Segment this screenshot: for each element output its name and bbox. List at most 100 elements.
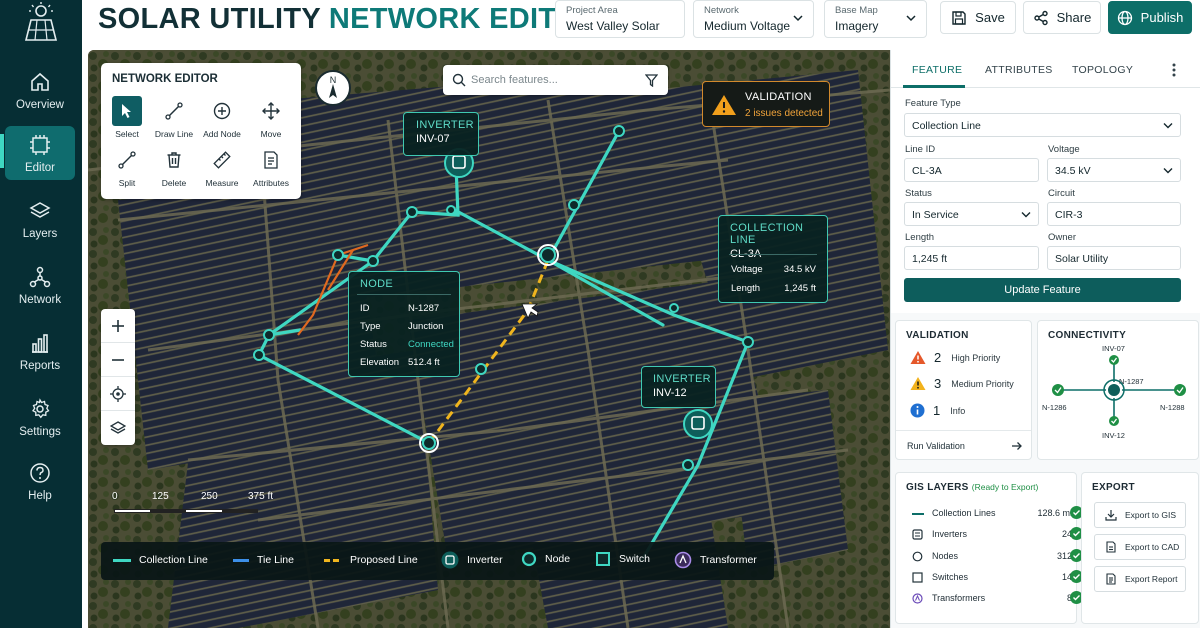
sidebar-item-settings[interactable]: Settings: [5, 390, 75, 444]
globe-icon: [1117, 10, 1132, 25]
validation-row-high[interactable]: 2 High Priority: [910, 350, 1000, 365]
legend-label: Collection Line: [139, 554, 208, 566]
length-label: Length: [905, 232, 935, 243]
sidebar-item-reports[interactable]: Reports: [5, 324, 75, 378]
feature-type-select[interactable]: Collection Line: [904, 113, 1181, 137]
node-type-label: Type: [360, 321, 381, 332]
length-value: 1,245 ft: [912, 253, 948, 265]
export-report-button[interactable]: Export Report: [1094, 566, 1186, 592]
base-map-label: Base Map: [835, 5, 878, 16]
save-button[interactable]: Save: [940, 1, 1016, 34]
inverter-callout-bottom[interactable]: INVERTER INV-12: [641, 366, 716, 408]
tool-measure[interactable]: Measure: [199, 145, 245, 191]
gis-layers-card: GIS LAYERS (Ready to Export) Collection …: [895, 472, 1083, 624]
node-callout[interactable]: NODE ID N-1287 Type Junction Status Conn…: [348, 271, 460, 377]
scale-label: 250: [201, 491, 218, 502]
inverter-callout-top[interactable]: INVERTER INV-07: [403, 112, 479, 156]
tool-split[interactable]: Split: [104, 145, 150, 191]
tab-attributes[interactable]: ATTRIBUTES: [985, 64, 1053, 76]
panel-tabs: FEATURE ATTRIBUTES TOPOLOGY: [891, 50, 1200, 88]
owner-field[interactable]: Solar Utility: [1047, 246, 1181, 270]
tool-select[interactable]: Select: [104, 96, 150, 142]
filter-icon: [645, 74, 658, 87]
run-validation-button[interactable]: Run Validation: [907, 441, 965, 451]
search-input[interactable]: Search features...: [443, 65, 668, 95]
line-id-label: Line ID: [905, 144, 936, 155]
circuit-field[interactable]: CIR-3: [1047, 202, 1181, 226]
validation-row-medium[interactable]: 3 Medium Priority: [910, 376, 1014, 391]
line-id-field[interactable]: CL-3A: [904, 158, 1039, 182]
export-gis-button[interactable]: Export to GIS: [1094, 502, 1186, 528]
publish-label: Publish: [1140, 10, 1184, 25]
length-field[interactable]: 1,245 ft: [904, 246, 1039, 270]
collection-callout-title: COLLECTION LINE: [730, 222, 804, 246]
status-select[interactable]: In Service: [904, 202, 1039, 226]
tool-label: Draw Line: [154, 129, 194, 139]
validation-count: 1: [933, 403, 941, 418]
map-legend: Collection Line Tie Line Proposed Line I…: [101, 542, 774, 580]
validation-row-info[interactable]: 1 Info: [910, 403, 965, 418]
node-status-value: Connected: [408, 339, 454, 350]
tool-add-node[interactable]: Add Node: [199, 96, 245, 142]
layers-button[interactable]: [101, 411, 135, 445]
zoom-in-button[interactable]: [101, 309, 135, 343]
locate-icon: [110, 385, 126, 402]
move-icon: [262, 102, 280, 120]
line-id-value: CL-3A: [912, 165, 942, 177]
node-type-value: Junction: [408, 321, 444, 332]
validation-count: 3: [934, 376, 942, 391]
project-area-select[interactable]: Project Area West Valley Solar: [555, 0, 685, 38]
validation-title: VALIDATION: [906, 330, 969, 341]
editor-icon: [30, 135, 50, 155]
inverter-icon: [912, 529, 923, 540]
north-arrow-icon: N: [329, 75, 337, 98]
scale-label: 0: [112, 491, 118, 502]
tool-delete[interactable]: Delete: [151, 145, 197, 191]
search-placeholder: Search features...: [471, 74, 558, 86]
title-plain: SOLAR UTILITY: [98, 3, 321, 35]
tool-attributes[interactable]: Attributes: [248, 145, 294, 191]
tool-label: Move: [260, 129, 282, 139]
network-select[interactable]: Network Medium Voltage: [693, 0, 814, 38]
collection-voltage-label: Voltage: [731, 264, 763, 275]
share-button[interactable]: Share: [1023, 1, 1101, 34]
update-feature-button[interactable]: Update Feature: [904, 278, 1181, 302]
zoom-out-button[interactable]: [101, 343, 135, 377]
more-options-icon[interactable]: [1171, 62, 1177, 78]
sidebar-item-layers[interactable]: Layers: [5, 192, 75, 246]
tab-feature[interactable]: FEATURE: [912, 64, 962, 76]
base-map-select[interactable]: Base Map Imagery: [824, 0, 927, 38]
sidebar-item-label: Help: [28, 490, 52, 502]
collection-line-callout[interactable]: COLLECTION LINE CL-3A Voltage 34.5 kV Le…: [718, 215, 828, 303]
north-arrow[interactable]: N: [315, 70, 351, 106]
reports-icon: [32, 334, 48, 353]
tab-topology[interactable]: TOPOLOGY: [1072, 64, 1133, 76]
tool-draw-line[interactable]: Draw Line: [151, 96, 197, 142]
locate-button[interactable]: [101, 377, 135, 411]
gis-layers-title: GIS LAYERS (Ready to Export): [906, 482, 1039, 493]
base-map-value: Imagery: [835, 19, 879, 33]
map-canvas[interactable]: NETWORK EDITOR Select Draw Line Add Node…: [88, 50, 890, 628]
sidebar-item-overview[interactable]: Overview: [5, 63, 75, 117]
node-elevation-value: 512.4 ft: [408, 357, 440, 368]
sidebar-item-editor[interactable]: Editor: [5, 126, 75, 180]
tool-label: Attributes: [253, 178, 289, 188]
tool-label: Add Node: [203, 129, 241, 139]
publish-button[interactable]: Publish: [1108, 1, 1192, 34]
voltage-select[interactable]: 34.5 kV: [1047, 158, 1181, 182]
trash-icon: [167, 152, 181, 168]
project-area-value: West Valley Solar: [566, 19, 660, 33]
validation-alert[interactable]: VALIDATION 2 issues detected: [702, 81, 830, 127]
legend-proposed-line: Proposed Line: [324, 554, 418, 566]
legend-switch: Switch: [595, 551, 650, 567]
chevron-down-icon: [1021, 212, 1031, 218]
sidebar-item-network[interactable]: Network: [5, 258, 75, 312]
gear-icon: [32, 398, 50, 419]
tool-label: Split: [118, 178, 136, 188]
transformer-icon: [912, 593, 923, 604]
sidebar-item-help[interactable]: Help: [5, 454, 75, 508]
layers-icon: [110, 421, 126, 434]
tool-move[interactable]: Move: [248, 96, 294, 142]
export-cad-button[interactable]: Export to CAD: [1094, 534, 1186, 560]
node-icon: [912, 551, 923, 562]
